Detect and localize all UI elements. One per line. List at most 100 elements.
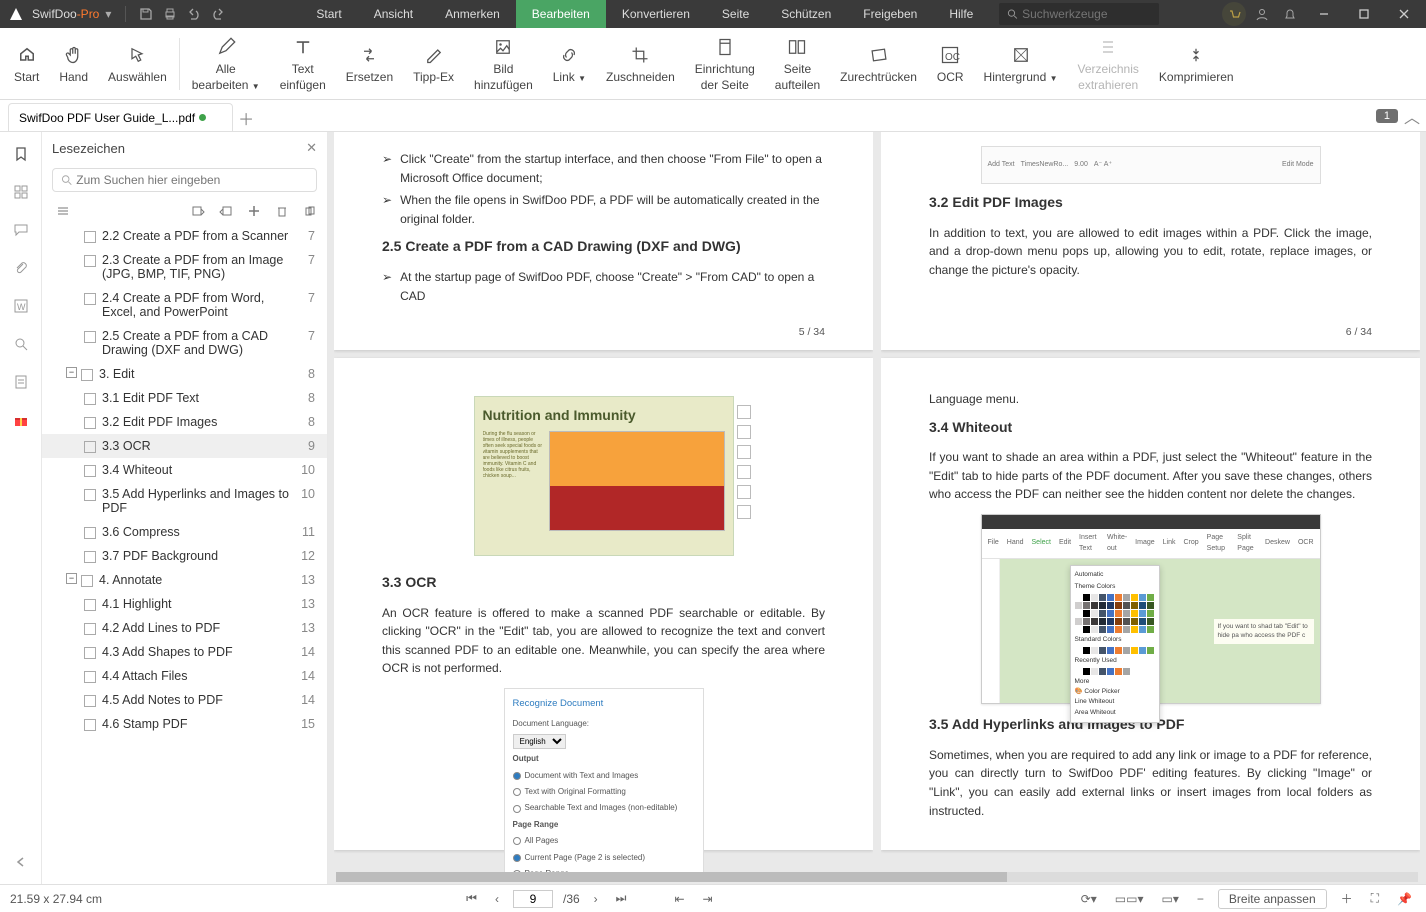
ribbon-image[interactable]: Bildhinzufügen bbox=[464, 28, 543, 99]
ribbon-cursor[interactable]: Auswählen bbox=[98, 28, 177, 99]
expand-all-icon[interactable] bbox=[191, 204, 205, 218]
comments-rail-icon[interactable] bbox=[9, 218, 33, 242]
page-layout-icon[interactable]: ▭▭▾ bbox=[1111, 892, 1148, 906]
bookmark-item[interactable]: 3.3 OCR9 bbox=[42, 434, 327, 458]
search-tools[interactable] bbox=[999, 3, 1159, 25]
bookmark-item[interactable]: 2.4 Create a PDF from Word, Excel, and P… bbox=[42, 286, 327, 324]
pin-icon[interactable]: 📌 bbox=[1393, 892, 1416, 906]
collapse-rail-icon[interactable] bbox=[9, 850, 33, 874]
next-page-button[interactable]: › bbox=[590, 892, 602, 906]
delete-bookmark-icon[interactable] bbox=[275, 204, 289, 218]
zoom-in-button[interactable]: ＋ bbox=[1337, 890, 1357, 907]
ribbon-background[interactable]: Hintergrund ▼ bbox=[974, 28, 1068, 99]
page-input[interactable] bbox=[513, 890, 553, 908]
panel-search[interactable] bbox=[52, 168, 317, 192]
bookmark-item[interactable]: 2.3 Create a PDF from an Image (JPG, BMP… bbox=[42, 248, 327, 286]
bookmark-item[interactable]: 4.1 Highlight13 bbox=[42, 592, 327, 616]
bookmark-item[interactable]: 3.4 Whiteout10 bbox=[42, 458, 327, 482]
ribbon-hand[interactable]: Hand bbox=[49, 28, 98, 99]
menu-bearbeiten[interactable]: Bearbeiten bbox=[516, 0, 606, 28]
rotate-view-icon[interactable]: ⟳▾ bbox=[1077, 892, 1101, 906]
word-rail-icon[interactable]: W bbox=[9, 294, 33, 318]
expand-toggle-icon[interactable]: − bbox=[66, 367, 77, 378]
ribbon-ocr[interactable]: OCROCR bbox=[927, 28, 974, 99]
ribbon-crop[interactable]: Zuschneiden bbox=[596, 28, 685, 99]
last-page-button[interactable]: ⏭ bbox=[612, 891, 631, 906]
thumbnails-rail-icon[interactable] bbox=[9, 180, 33, 204]
bookmark-item[interactable]: 3.5 Add Hyperlinks and Images to PDF10 bbox=[42, 482, 327, 520]
bookmark-item[interactable]: 4.4 Attach Files14 bbox=[42, 664, 327, 688]
menu-start[interactable]: Start bbox=[300, 0, 357, 28]
expand-toggle-icon[interactable]: − bbox=[66, 573, 77, 584]
collapse-all-icon[interactable] bbox=[219, 204, 233, 218]
add-tab-button[interactable]: ＋ bbox=[233, 105, 259, 131]
attachments-rail-icon[interactable] bbox=[9, 256, 33, 280]
ribbon-edit[interactable]: Allebearbeiten ▼ bbox=[182, 28, 270, 99]
bookmark-item[interactable]: 3.2 Edit PDF Images8 bbox=[42, 410, 327, 434]
maximize-button[interactable] bbox=[1346, 0, 1382, 28]
add-bookmark-icon[interactable] bbox=[247, 204, 261, 218]
ribbon-home[interactable]: Start bbox=[4, 28, 49, 99]
menu-ansicht[interactable]: Ansicht bbox=[358, 0, 429, 28]
ribbon-compress[interactable]: Komprimieren bbox=[1149, 28, 1244, 99]
search-tools-input[interactable] bbox=[1022, 7, 1151, 21]
ribbon-split[interactable]: Seiteaufteilen bbox=[765, 28, 830, 99]
horizontal-scrollbar[interactable] bbox=[336, 872, 1418, 882]
first-page-button[interactable]: ⏮ bbox=[462, 891, 481, 906]
bookmark-item[interactable]: 4.5 Add Notes to PDF14 bbox=[42, 688, 327, 712]
menu-schützen[interactable]: Schützen bbox=[765, 0, 847, 28]
ribbon-deskew[interactable]: Zurechtrücken bbox=[830, 28, 927, 99]
minimize-button[interactable] bbox=[1306, 0, 1342, 28]
bookmark-item[interactable]: −3. Edit8 bbox=[42, 362, 327, 386]
search-rail-icon[interactable] bbox=[9, 332, 33, 356]
zoom-out-button[interactable]: − bbox=[1193, 892, 1208, 906]
user-icon[interactable] bbox=[1250, 2, 1274, 26]
page-5[interactable]: ➢Click "Create" from the startup interfa… bbox=[334, 132, 873, 350]
panel-menu-icon[interactable] bbox=[56, 204, 70, 218]
bookmarks-rail-icon[interactable] bbox=[9, 142, 33, 166]
form-rail-icon[interactable] bbox=[9, 370, 33, 394]
page-6[interactable]: Add TextTimesNewRo...9.00A⁻ A⁺Edit Mode … bbox=[881, 132, 1420, 350]
save-icon[interactable] bbox=[134, 2, 158, 26]
bell-icon[interactable] bbox=[1278, 2, 1302, 26]
app-dropdown-icon[interactable]: ▾ bbox=[105, 7, 111, 21]
ribbon-toc[interactable]: Verzeichnisextrahieren bbox=[1068, 28, 1149, 99]
menu-anmerken[interactable]: Anmerken bbox=[429, 0, 516, 28]
ribbon-pagesetup[interactable]: Einrichtungder Seite bbox=[685, 28, 765, 99]
page-7[interactable]: Nutrition and Immunity During the flu se… bbox=[334, 358, 873, 850]
bookmark-item[interactable]: 3.1 Edit PDF Text8 bbox=[42, 386, 327, 410]
panel-close-icon[interactable]: ✕ bbox=[306, 140, 317, 156]
forward-view-button[interactable]: ⇥ bbox=[699, 892, 717, 906]
cart-icon[interactable] bbox=[1222, 2, 1246, 26]
bookmark-item[interactable]: 3.7 PDF Background12 bbox=[42, 544, 327, 568]
reading-mode-icon[interactable]: ▭▾ bbox=[1158, 892, 1183, 906]
document-tab[interactable]: SwifDoo PDF User Guide_L...pdf bbox=[8, 103, 233, 131]
undo-icon[interactable] bbox=[182, 2, 206, 26]
zoom-fit-button[interactable]: Breite anpassen bbox=[1218, 889, 1327, 909]
ribbon-replace[interactable]: Ersetzen bbox=[336, 28, 403, 99]
bookmark-item[interactable]: −4. Annotate13 bbox=[42, 568, 327, 592]
page-8[interactable]: Language menu. 3.4 Whiteout If you want … bbox=[881, 358, 1420, 850]
ribbon-link[interactable]: Link ▼ bbox=[543, 28, 596, 99]
print-icon[interactable] bbox=[158, 2, 182, 26]
menu-konvertieren[interactable]: Konvertieren bbox=[606, 0, 706, 28]
bookmark-item[interactable]: 2.2 Create a PDF from a Scanner7 bbox=[42, 224, 327, 248]
menu-hilfe[interactable]: Hilfe bbox=[933, 0, 989, 28]
menu-seite[interactable]: Seite bbox=[706, 0, 765, 28]
prev-page-button[interactable]: ‹ bbox=[491, 892, 503, 906]
panel-search-input[interactable] bbox=[76, 173, 308, 187]
bookmark-item[interactable]: 4.3 Add Shapes to PDF14 bbox=[42, 640, 327, 664]
bookmark-item[interactable]: 3.6 Compress11 bbox=[42, 520, 327, 544]
collapse-ribbon-icon[interactable]: ︿ bbox=[1404, 104, 1420, 128]
fullscreen-icon[interactable]: ⛶ bbox=[1367, 891, 1383, 906]
ribbon-tippex[interactable]: Tipp-Ex bbox=[403, 28, 464, 99]
delete-all-icon[interactable] bbox=[303, 204, 317, 218]
redo-icon[interactable] bbox=[206, 2, 230, 26]
bookmark-item[interactable]: 4.2 Add Lines to PDF13 bbox=[42, 616, 327, 640]
bookmark-item[interactable]: 4.6 Stamp PDF15 bbox=[42, 712, 327, 736]
bookmark-item[interactable]: 2.5 Create a PDF from a CAD Drawing (DXF… bbox=[42, 324, 327, 362]
menu-freigeben[interactable]: Freigeben bbox=[847, 0, 933, 28]
back-view-button[interactable]: ⇤ bbox=[670, 892, 688, 906]
gift-rail-icon[interactable] bbox=[9, 408, 33, 432]
ribbon-text[interactable]: Texteinfügen bbox=[270, 28, 336, 99]
